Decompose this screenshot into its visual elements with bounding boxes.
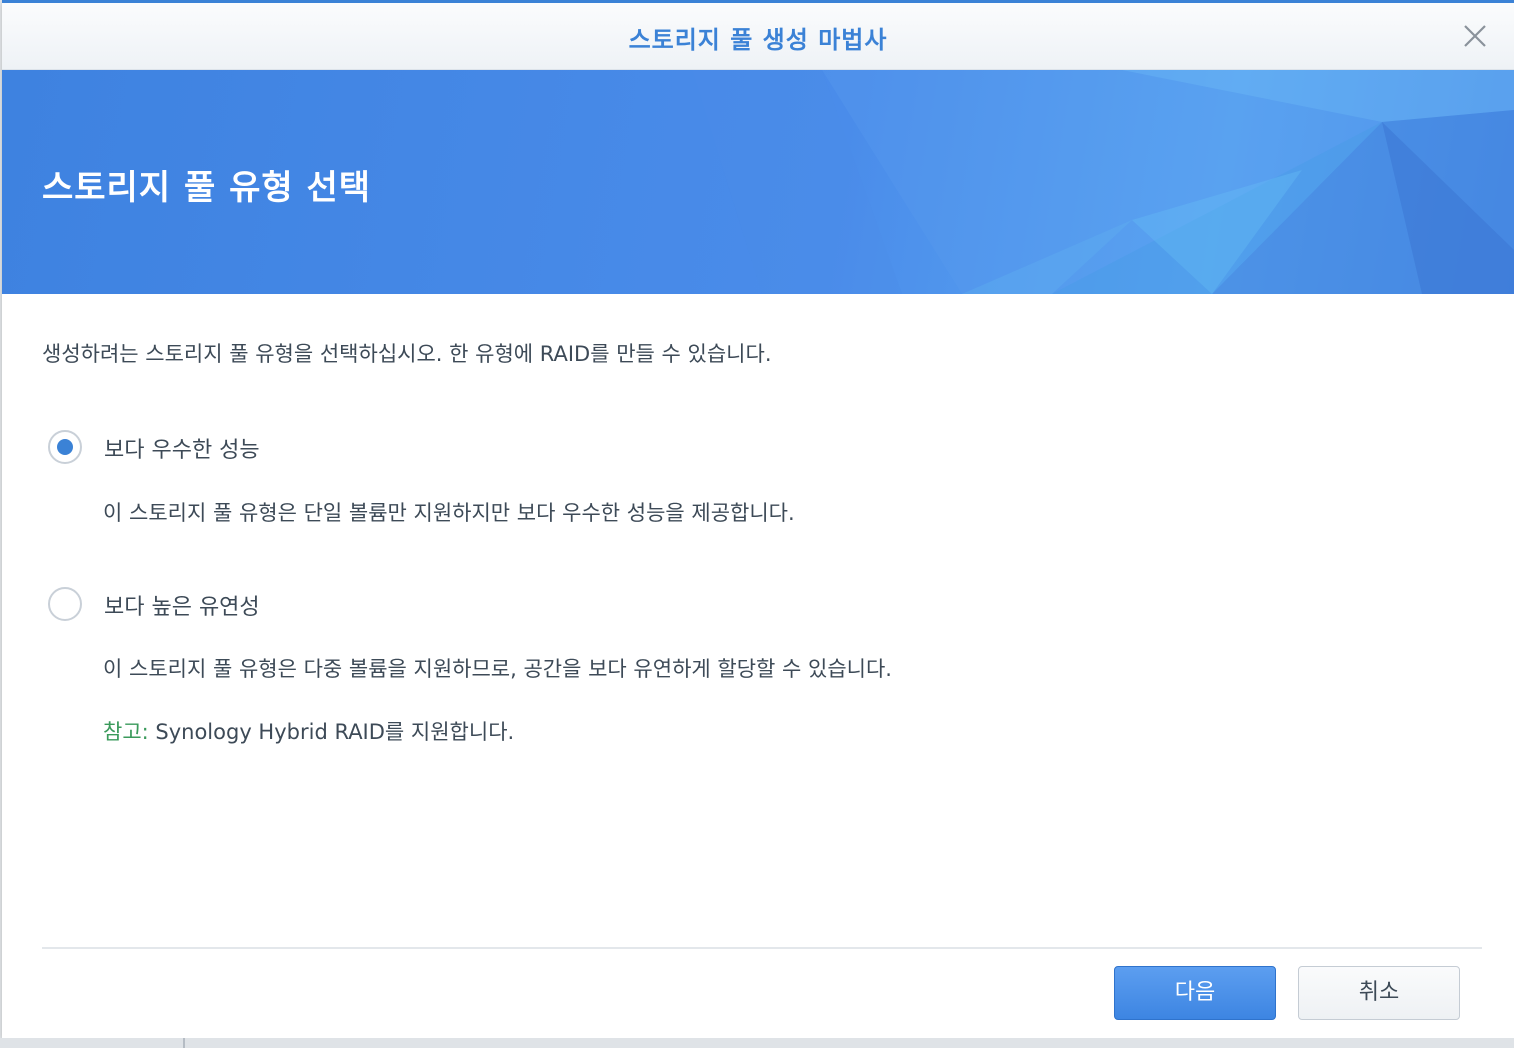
note-text: Synology Hybrid RAID를 지원합니다.	[148, 720, 515, 744]
note-line: 참고: Synology Hybrid RAID를 지원합니다.	[103, 716, 514, 746]
title-bar: 스토리지 풀 생성 마법사	[2, 3, 1514, 70]
next-button[interactable]: 다음	[1114, 966, 1276, 1020]
option-description-performance: 이 스토리지 풀 유형은 단일 볼륨만 지원하지만 보다 우수한 성능을 제공합…	[103, 501, 795, 525]
wizard-window: 스토리지 풀 생성 마법사 스토리지 풀 유형 선택 생성하려는 스토리지 풀 …	[2, 0, 1514, 1038]
background-divider	[183, 1038, 185, 1048]
step-title: 스토리지 풀 유형 선택	[42, 168, 372, 208]
radio-better-performance[interactable]	[48, 430, 82, 464]
radio-higher-flexibility[interactable]	[48, 587, 82, 621]
option-label-performance: 보다 우수한 성능	[104, 438, 260, 463]
close-icon	[1464, 25, 1486, 47]
option-description-flexibility: 이 스토리지 풀 유형은 다중 볼륨을 지원하므로, 공간을 보다 유연하게 할…	[103, 657, 892, 681]
option-label-flexibility: 보다 높은 유연성	[104, 595, 260, 620]
note-label: 참고:	[103, 720, 149, 744]
close-button[interactable]	[1460, 21, 1490, 51]
background-window-edge	[0, 1038, 1514, 1048]
footer-divider	[42, 947, 1482, 949]
window-title: 스토리지 풀 생성 마법사	[628, 26, 888, 54]
intro-text: 생성하려는 스토리지 풀 유형을 선택하십시오. 한 유형에 RAID를 만들 …	[42, 342, 772, 366]
cancel-button[interactable]: 취소	[1298, 966, 1460, 1020]
header-banner: 스토리지 풀 유형 선택	[2, 70, 1514, 294]
